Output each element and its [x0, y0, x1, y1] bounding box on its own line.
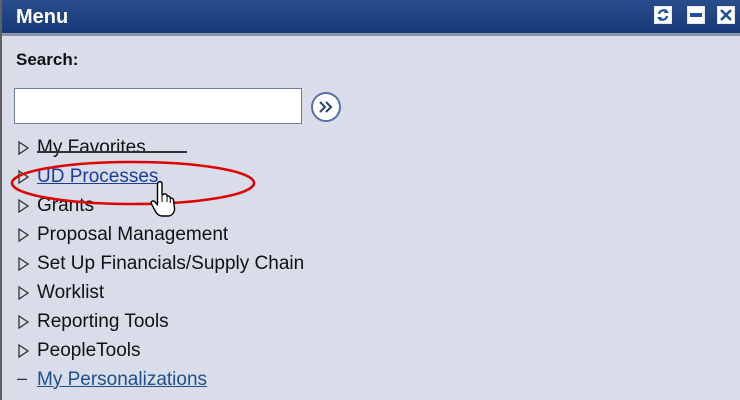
menu-item-label: PeopleTools — [37, 340, 141, 361]
menu-item-label: Proposal Management — [37, 224, 229, 245]
menu-item-proposal-management[interactable]: Proposal Management — [17, 221, 617, 250]
expand-triangle-icon — [18, 169, 30, 185]
menu-item-label: Set Up Financials/Supply Chain — [37, 253, 305, 274]
expand-triangle-icon — [18, 314, 30, 330]
minimize-icon — [690, 13, 702, 17]
menu-item-label: Grants — [37, 195, 95, 216]
double-chevron-right-icon — [319, 101, 333, 113]
search-go-button[interactable] — [311, 92, 341, 122]
menu-item-worklist[interactable]: Worklist — [17, 279, 617, 308]
search-input[interactable] — [14, 88, 302, 124]
leaf-dash-icon: – — [17, 368, 28, 388]
menu-panel: Menu Search: My Favorites UD Processes G… — [0, 0, 740, 400]
menu-item-label: My Favorites — [37, 137, 146, 158]
minimize-button[interactable] — [687, 6, 705, 24]
menu-item-peopletools[interactable]: PeopleTools — [17, 337, 617, 366]
search-label: Search: — [16, 50, 79, 69]
menu-item-set-up-financials[interactable]: Set Up Financials/Supply Chain — [17, 250, 617, 279]
menu-item-label[interactable]: UD Processes — [37, 166, 158, 188]
menu-item-my-personalizations[interactable]: – My Personalizations — [17, 366, 617, 395]
close-icon — [720, 9, 732, 21]
expand-triangle-icon — [18, 256, 30, 272]
menu-item-label: Reporting Tools — [37, 311, 169, 332]
expand-triangle-icon — [18, 227, 30, 243]
menu-item-grants[interactable]: Grants — [17, 192, 617, 221]
menu-item-label: Worklist — [37, 282, 105, 303]
panel-title: Menu — [16, 6, 69, 28]
menu-item-my-favorites[interactable]: My Favorites — [17, 134, 617, 163]
title-bar: Menu — [2, 0, 740, 36]
hand-pointer-icon — [150, 180, 176, 217]
refresh-icon — [657, 9, 669, 21]
close-button[interactable] — [717, 6, 735, 24]
menu-item-label[interactable]: My Personalizations — [37, 369, 207, 391]
menu-item-ud-processes[interactable]: UD Processes — [17, 163, 617, 192]
menu-item-reporting-tools[interactable]: Reporting Tools — [17, 308, 617, 337]
expand-triangle-icon — [18, 343, 30, 359]
refresh-button[interactable] — [654, 6, 672, 24]
expand-triangle-icon — [18, 285, 30, 301]
expand-triangle-icon — [18, 140, 30, 156]
menu-list: My Favorites UD Processes Grants Proposa… — [17, 134, 617, 395]
expand-triangle-icon — [18, 198, 30, 214]
strike-mark — [37, 151, 187, 153]
